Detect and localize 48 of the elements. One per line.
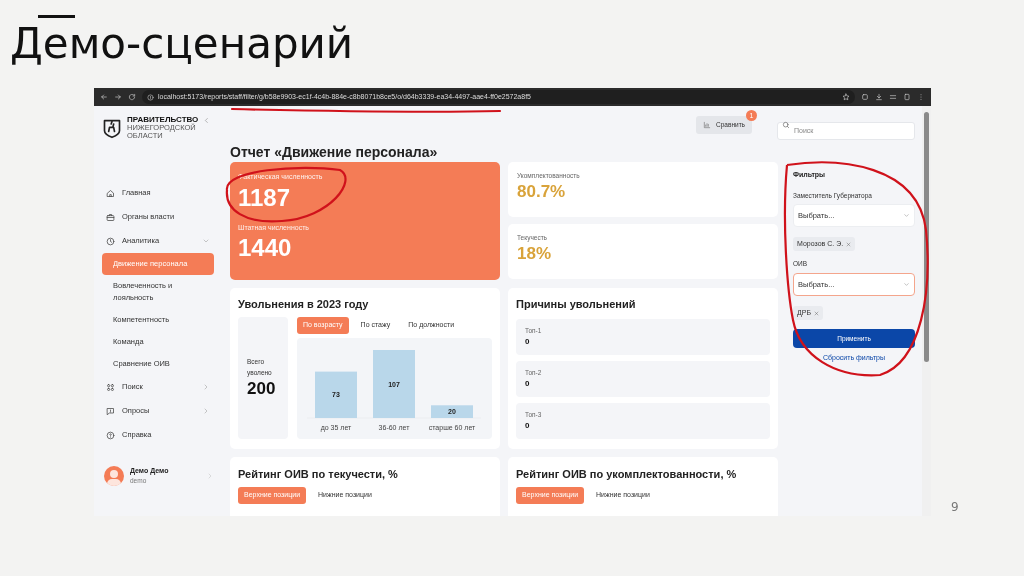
- bar: [373, 350, 415, 418]
- menu-icon: [917, 93, 925, 101]
- clock-icon: [106, 236, 115, 246]
- chevron-right-icon: [202, 383, 210, 391]
- star-icon: [842, 93, 850, 101]
- chevron-down-icon: [202, 237, 210, 245]
- bar: [431, 405, 473, 418]
- help-icon: [106, 430, 115, 440]
- card-title: Увольнения в 2023 году: [238, 297, 369, 311]
- close-icon: [814, 310, 819, 316]
- card-title: Причины увольнений: [516, 297, 636, 311]
- extension-icon: [861, 93, 869, 101]
- scrollbar[interactable]: [922, 106, 931, 516]
- metric-value: 1440: [238, 233, 292, 263]
- metric-value: 80.7%: [517, 180, 566, 203]
- total-value: 200: [247, 378, 277, 400]
- briefcase-icon: [106, 212, 115, 222]
- chevron-down-icon: [903, 281, 910, 288]
- search-icon: [782, 121, 790, 129]
- info-icon: [147, 93, 154, 101]
- grid-icon: [106, 382, 115, 392]
- reload-icon: [128, 93, 136, 101]
- forward-icon: [114, 93, 122, 101]
- close-icon: [846, 241, 852, 247]
- title-accent-bar: [38, 15, 75, 18]
- metric-value: 18%: [517, 242, 552, 265]
- profile-icon: [903, 93, 911, 101]
- card-title: Рейтинг ОИВ по укомплектованности, %: [516, 467, 737, 481]
- reason-value: 0: [525, 335, 530, 348]
- metric-value: 1187: [238, 182, 291, 213]
- chat-icon: [106, 406, 115, 416]
- report-title: Отчет «Движение персонала»: [230, 143, 439, 162]
- chevron-down-icon: [903, 212, 910, 220]
- avatar: [104, 466, 124, 486]
- download-icon: [875, 93, 883, 101]
- collapse-icon: [203, 117, 211, 124]
- reason-value: 0: [525, 377, 530, 390]
- reason-value: 0: [525, 419, 530, 432]
- page-number: 9: [951, 499, 959, 516]
- slide-title: Демо-сценарий: [10, 18, 355, 70]
- chevron-right-icon: [206, 472, 214, 480]
- home-icon: [106, 188, 115, 198]
- back-icon: [100, 93, 108, 101]
- logo-text: ПРАВИТЕЛЬСТВО: [127, 116, 199, 124]
- bar: [315, 371, 357, 418]
- chevron-right-icon: [202, 407, 210, 415]
- chart-icon: [703, 121, 712, 129]
- card-title: Рейтинг ОИВ по текучести, %: [238, 467, 398, 481]
